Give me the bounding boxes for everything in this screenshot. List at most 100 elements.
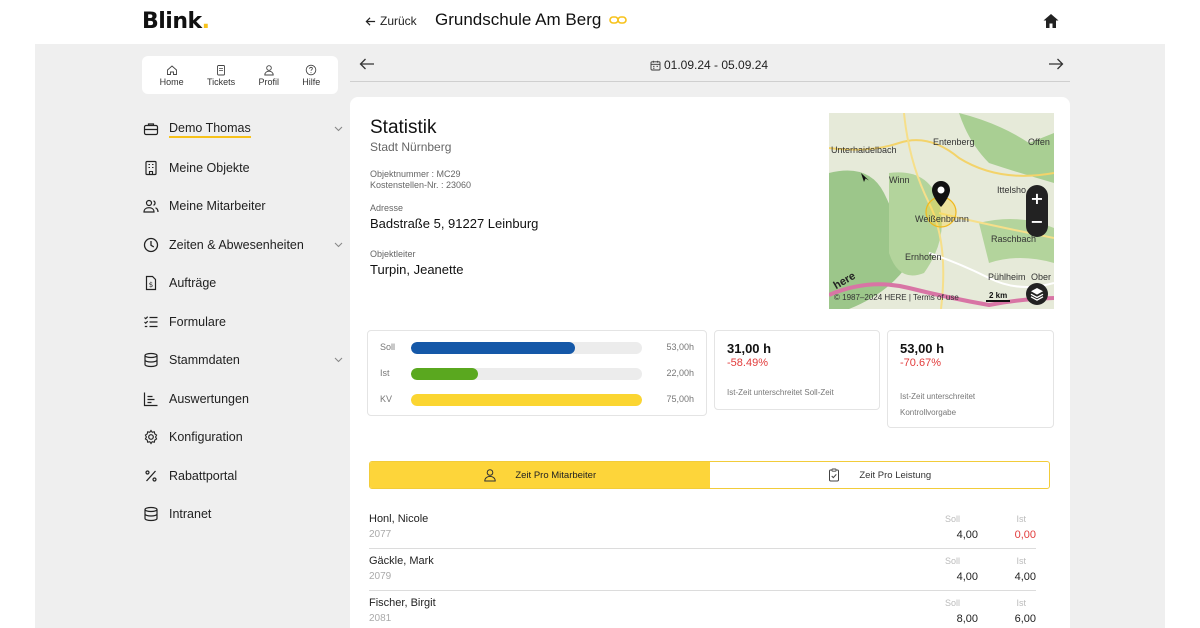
briefcase-icon <box>143 123 159 136</box>
checklist-icon <box>144 316 158 327</box>
sidebar-item-label: Rabattportal <box>169 468 238 483</box>
sidebar-item-konfiguration[interactable]: Konfiguration <box>143 418 343 457</box>
employee-id: 2079 <box>369 571 392 582</box>
employee-list: Honl, Nicole 2077 Soll Ist 4,00 0,00 Gäc… <box>369 507 1036 628</box>
leader-label: Objektleiter <box>370 249 416 259</box>
sidebar-item-label: Aufträge <box>169 276 217 291</box>
week-range[interactable]: 01.09.24 - 05.09.24 <box>650 58 768 72</box>
soll-header: Soll <box>944 514 960 524</box>
user-icon <box>484 469 497 482</box>
clipboard-check-icon <box>829 468 840 482</box>
map-label: Winn <box>889 175 910 185</box>
ist-header: Ist <box>1016 556 1026 566</box>
tickets-icon <box>217 64 226 75</box>
statistik-subtitle: Stadt Nürnberg <box>370 140 452 154</box>
statistik-title: Statistik <box>370 117 437 138</box>
bar-label: KV <box>380 394 393 404</box>
bar-fill-soll <box>411 342 575 354</box>
sidebar-item-label: Zeiten & Abwesenheiten <box>169 237 304 252</box>
map-layers-button[interactable] <box>1026 283 1048 305</box>
bar-fill-kv <box>411 394 642 406</box>
map-label: Pühlheim <box>988 272 1026 282</box>
table-row[interactable]: Gäckle, Mark 2079 Soll Ist 4,00 4,00 <box>369 549 1036 591</box>
gear-icon <box>144 429 158 445</box>
sidebar-item-meine-objekte[interactable]: Meine Objekte <box>143 149 343 188</box>
sidebar-item-label: Meine Mitarbeiter <box>169 199 266 214</box>
employee-name: Fischer, Birgit <box>369 597 436 609</box>
sidebar-item-intranet[interactable]: Intranet <box>143 495 343 534</box>
map-label: Raschbach <box>991 234 1037 244</box>
bar-track <box>411 394 642 406</box>
objektnummer: Objektnummer : MC29 <box>370 169 461 179</box>
sidebar-item-label: Auswertungen <box>169 391 249 406</box>
blink-logo[interactable]: Blink. <box>142 9 210 34</box>
back-button[interactable]: Zurück <box>365 14 417 28</box>
map-label: Unterhaidelbach <box>831 145 897 155</box>
sidebar-item-demo-thomas[interactable]: Demo Thomas <box>143 110 343 149</box>
bar-label: Soll <box>380 342 396 352</box>
location-map[interactable]: Unterhaidelbach Entenberg Offen Winn Itt… <box>829 113 1054 309</box>
quicknav-profil[interactable]: Profil <box>258 64 279 87</box>
tab-zeit-pro-mitarbeiter[interactable]: Zeit Pro Mitarbeiter <box>370 462 710 488</box>
chevron-down-icon[interactable] <box>334 357 343 363</box>
kpi-card-kv: 53,00 h -70.67% Ist-Zeit unterschreitet … <box>887 330 1054 428</box>
sidebar-item-formulare[interactable]: Formulare <box>143 303 343 342</box>
chevron-down-icon[interactable] <box>334 126 343 132</box>
chart-icon <box>143 392 158 406</box>
sidebar-item-auswertungen[interactable]: Auswertungen <box>143 380 343 419</box>
quicknav-home[interactable]: Home <box>160 64 184 87</box>
quicknav-hilfe[interactable]: Hilfe <box>302 64 320 87</box>
sidebar-item-label: Intranet <box>169 507 212 522</box>
ist-value: 0,00 <box>1014 529 1036 541</box>
building-icon <box>145 160 157 175</box>
sidebar-item-rabattportal[interactable]: Rabattportal <box>143 457 343 496</box>
map-copyright[interactable]: © 1987–2024 HERE | Terms of use <box>834 293 959 302</box>
quicknav-tickets[interactable]: Tickets <box>207 64 235 87</box>
sidebar-item-zeiten-abwesenheiten[interactable]: Zeiten & Abwesenheiten <box>143 226 343 265</box>
calendar-icon <box>650 60 661 70</box>
layers-icon <box>1030 288 1044 301</box>
database-icon <box>144 353 158 368</box>
back-label: Zurück <box>380 14 417 28</box>
ist-header: Ist <box>1016 598 1026 608</box>
arrow-left-icon[interactable] <box>358 55 376 73</box>
bar-value: 53,00h <box>666 342 694 352</box>
arrow-left-icon <box>365 16 376 26</box>
sidebar-item-auftraege[interactable]: $ Aufträge <box>143 264 343 303</box>
profile-icon <box>264 64 274 75</box>
arrow-right-icon[interactable] <box>1047 55 1065 73</box>
kpi-percent: -70.67% <box>900 357 941 369</box>
soll-value: 4,00 <box>956 529 978 541</box>
time-tabs: Zeit Pro Mitarbeiter Zeit Pro Leistung <box>369 461 1050 489</box>
ist-value: 6,00 <box>1014 613 1036 625</box>
bar-label: Ist <box>380 368 390 378</box>
employee-id: 2077 <box>369 529 392 540</box>
sidebar-menu: Demo Thomas Meine Objekte Meine Mitarbei… <box>143 110 343 534</box>
bar-value: 75,00h <box>666 394 694 404</box>
address-label: Adresse <box>370 203 404 213</box>
kpi-description: Ist-Zeit unterschreitet Kontrollvorgabe <box>900 392 976 417</box>
zoom-in-button[interactable]: + <box>1026 187 1048 211</box>
table-row[interactable]: Fischer, Birgit 2081 Soll Ist 8,00 6,00 <box>369 591 1036 628</box>
employee-name: Honl, Nicole <box>369 513 429 525</box>
table-row[interactable]: Honl, Nicole 2077 Soll Ist 4,00 0,00 <box>369 507 1036 549</box>
help-icon <box>306 64 317 75</box>
employee-name: Gäckle, Mark <box>369 555 434 567</box>
sidebar-item-stammdaten[interactable]: Stammdaten <box>143 341 343 380</box>
percent-icon <box>145 470 157 482</box>
zoom-out-button[interactable]: − <box>1026 210 1048 234</box>
page-title: Grundschule Am Berg <box>435 10 628 30</box>
clock-icon <box>143 237 159 252</box>
bar-value: 22,00h <box>666 368 694 378</box>
bar-row-kv: KV 75,00h <box>368 393 708 407</box>
address-value: Badstraße 5, 91227 Leinburg <box>370 216 539 231</box>
sidebar-item-meine-mitarbeiter[interactable]: Meine Mitarbeiter <box>143 187 343 226</box>
employee-id: 2081 <box>369 613 392 624</box>
map-label: Offen <box>1028 137 1050 147</box>
tab-zeit-pro-leistung[interactable]: Zeit Pro Leistung <box>710 462 1050 488</box>
link-icon[interactable] <box>609 15 628 25</box>
hours-bars-panel: Soll 53,00h Ist 22,00h KV 75,00h <box>367 330 707 416</box>
svg-text:$: $ <box>149 281 153 289</box>
home-icon[interactable] <box>1042 12 1060 30</box>
chevron-down-icon[interactable] <box>334 242 343 248</box>
